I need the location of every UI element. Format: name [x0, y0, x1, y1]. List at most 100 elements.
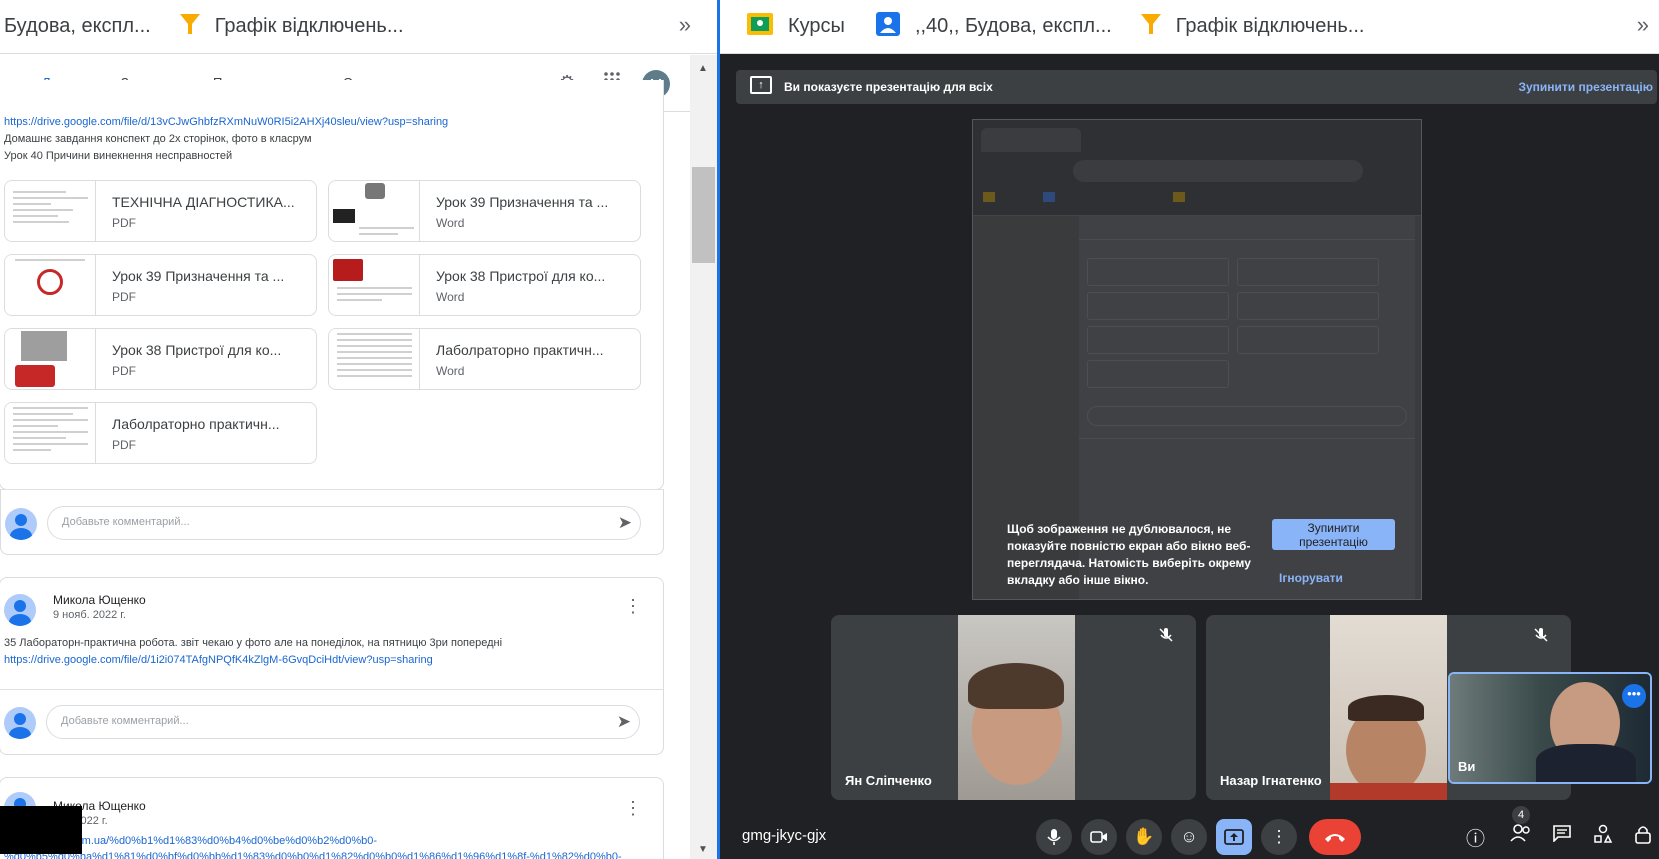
popup-ignore-button[interactable]: Ігнорувати: [1279, 571, 1343, 585]
attachment-type: PDF: [112, 364, 136, 378]
funnel-icon: [179, 12, 201, 42]
more-options-button[interactable]: ⋮: [1261, 819, 1297, 855]
post-lesson-40: https://drive.google.com/file/d/13vCJwGh…: [0, 80, 664, 490]
participant-tile[interactable]: Ян Сліпченко: [831, 615, 1196, 800]
self-view-tile[interactable]: ••• Ви: [1448, 672, 1652, 784]
chevron-double-right-icon[interactable]: »: [1637, 12, 1649, 38]
bookmark-label: ,,40,, Будова, експл...: [914, 15, 1112, 37]
activities-icon[interactable]: [1593, 824, 1613, 850]
comment-input[interactable]: Добавьте комментарий... ➤: [46, 705, 640, 739]
post-date: 9 нояб. 2022 г.: [53, 609, 126, 621]
bookmark-course-40[interactable]: ,,40,, Будова, експл...: [875, 11, 1112, 43]
chevron-double-right-icon[interactable]: »: [679, 12, 691, 38]
mic-off-icon: [1158, 627, 1176, 645]
presenting-banner: ↑ Ви показуєте презентацію для всіх Зупи…: [736, 70, 1657, 104]
attachment-thumbnail: [5, 329, 96, 389]
attachment-title: ТЕХНІЧНА ДІАГНОСТИКА...: [112, 194, 295, 210]
meeting-code: gmg-jkyc-gjx: [742, 827, 827, 844]
attachment-type: Word: [436, 364, 465, 378]
scroll-up-icon[interactable]: ▲: [698, 63, 708, 74]
attachment-title: Урок 38 Пристрої для ко...: [112, 342, 282, 358]
people-icon[interactable]: [1510, 824, 1532, 848]
post-link[interactable]: https://drive.google.com/file/d/1i2i074T…: [4, 654, 433, 666]
send-icon[interactable]: ➤: [618, 513, 632, 533]
attachment-type: Word: [436, 216, 465, 230]
stop-presenting-link[interactable]: Зупинити презентацію: [1518, 80, 1653, 94]
bookmark-outage-schedule[interactable]: Графік відключень...: [1140, 12, 1365, 42]
meeting-details-icon[interactable]: ⓘ: [1466, 824, 1485, 851]
post-link-continued[interactable]: %d0%b5%d0%ba%d1%81%d0%bf%d0%bb%d1%83%d0%…: [4, 851, 622, 859]
post-author: Микола Ющенко: [53, 593, 146, 607]
post-comment-row: Добавьте комментарий... ➤: [0, 489, 664, 555]
mic-button[interactable]: [1036, 819, 1072, 855]
people-count-badge: 4: [1512, 806, 1530, 824]
post-link[interactable]: https://drive.google.com/file/d/13vCJwGh…: [4, 116, 448, 128]
meet-controls: gmg-jkyc-gjx ✋ ☺ ⋮ ⓘ 4: [720, 800, 1659, 859]
attachment-thumbnail: [329, 329, 420, 389]
attachment-title: Урок 38 Пристрої для ко...: [436, 268, 606, 284]
chat-icon[interactable]: [1552, 824, 1572, 848]
attachment-thumbnail: [329, 255, 420, 315]
attachment-card[interactable]: Урок 39 Призначення та ... PDF: [4, 254, 317, 316]
bookmark-courses[interactable]: Курсы: [746, 12, 845, 42]
attachment-title: Лаболраторно практичн...: [112, 416, 280, 432]
host-controls-lock-icon[interactable]: [1634, 824, 1652, 850]
participant-video: [958, 615, 1075, 800]
tile-more-options-icon[interactable]: •••: [1622, 684, 1646, 708]
raise-hand-button[interactable]: ✋: [1126, 819, 1162, 855]
author-avatar: [4, 594, 36, 626]
present-button[interactable]: [1216, 819, 1252, 855]
self-name: Ви: [1458, 759, 1476, 774]
more-options-icon[interactable]: ⋮: [624, 798, 642, 819]
participant-name: Назар Ігнатенко: [1220, 773, 1322, 788]
bookmark-label: Курсы: [788, 15, 845, 37]
screen: Будова, експл... Графік відключень... » …: [0, 0, 1659, 859]
mic-off-icon: [1533, 627, 1551, 645]
bookmark-outage-schedule[interactable]: Графік відключень...: [151, 12, 404, 42]
post-lesson-text: Урок 40 Причини винекнення несправностей: [4, 150, 233, 162]
attachment-thumbnail: [5, 255, 96, 315]
scrollbar-thumb[interactable]: [692, 167, 715, 263]
attachment-title: Урок 39 Призначення та ...: [436, 194, 609, 210]
attachment-type: Word: [436, 290, 465, 304]
attachment-thumbnail: [329, 181, 420, 241]
attachment-card[interactable]: ТЕХНІЧНА ДІАГНОСТИКА... PDF: [4, 180, 317, 242]
post-link-article: Микола Ющенко ...5. 2022 г. ⋮ ...dmechav…: [0, 777, 664, 859]
popup-stop-presenting-button[interactable]: Зупинити презентацію: [1272, 519, 1395, 550]
attachment-card[interactable]: Урок 38 Пристрої для ко... PDF: [4, 328, 317, 390]
attachment-type: PDF: [112, 290, 136, 304]
attachment-type: PDF: [112, 438, 136, 452]
redaction-box: [0, 806, 82, 854]
scroll-down-icon[interactable]: ▼: [698, 844, 708, 855]
attachment-title: Лаболраторно практичн...: [436, 342, 604, 358]
hang-up-button[interactable]: [1309, 819, 1361, 855]
presenting-message: Ви показуєте презентацію для всіх: [784, 80, 993, 94]
participant-video: [1330, 615, 1447, 800]
attachment-card[interactable]: Лаболраторно практичн... Word: [328, 328, 641, 390]
attachment-card[interactable]: Урок 39 Призначення та ... Word: [328, 180, 641, 242]
user-avatar: [4, 707, 36, 739]
more-options-icon[interactable]: ⋮: [624, 596, 642, 617]
camera-button[interactable]: [1081, 819, 1117, 855]
bookmark-course[interactable]: Будова, експл...: [4, 15, 151, 38]
bookmark-label: Графік відключень...: [1175, 15, 1365, 37]
bookmarks-bar: Курсы ,,40,, Будова, експл... Графік від…: [720, 0, 1659, 54]
duplicate-warning-text: Щоб зображення не дублювалося, не показу…: [1007, 522, 1251, 587]
attachment-thumbnail: [5, 403, 96, 463]
present-screen-icon: ↑: [750, 76, 772, 94]
send-icon[interactable]: ➤: [617, 712, 631, 732]
comment-input[interactable]: Добавьте комментарий... ➤: [47, 506, 641, 540]
attachment-card[interactable]: Лаболраторно практичн... PDF: [4, 402, 317, 464]
comment-placeholder: Добавьте комментарий...: [61, 715, 189, 727]
bookmark-label: Будова, експл...: [4, 15, 151, 37]
classroom-icon: [746, 12, 774, 42]
attachment-title: Урок 39 Призначення та ...: [112, 268, 285, 284]
attachment-card[interactable]: Урок 38 Пристрої для ко... Word: [328, 254, 641, 316]
profile-icon: [875, 11, 901, 43]
emoji-button[interactable]: ☺: [1171, 819, 1207, 855]
scrollbar[interactable]: ▲ ▼: [690, 55, 717, 859]
classroom-window: Будова, експл... Графік відключень... » …: [0, 0, 720, 859]
post-lab-35: Микола Ющенко 9 нояб. 2022 г. ⋮ 35 Лабор…: [0, 577, 664, 755]
attachment-thumbnail: [5, 181, 96, 241]
user-avatar: [5, 508, 37, 540]
